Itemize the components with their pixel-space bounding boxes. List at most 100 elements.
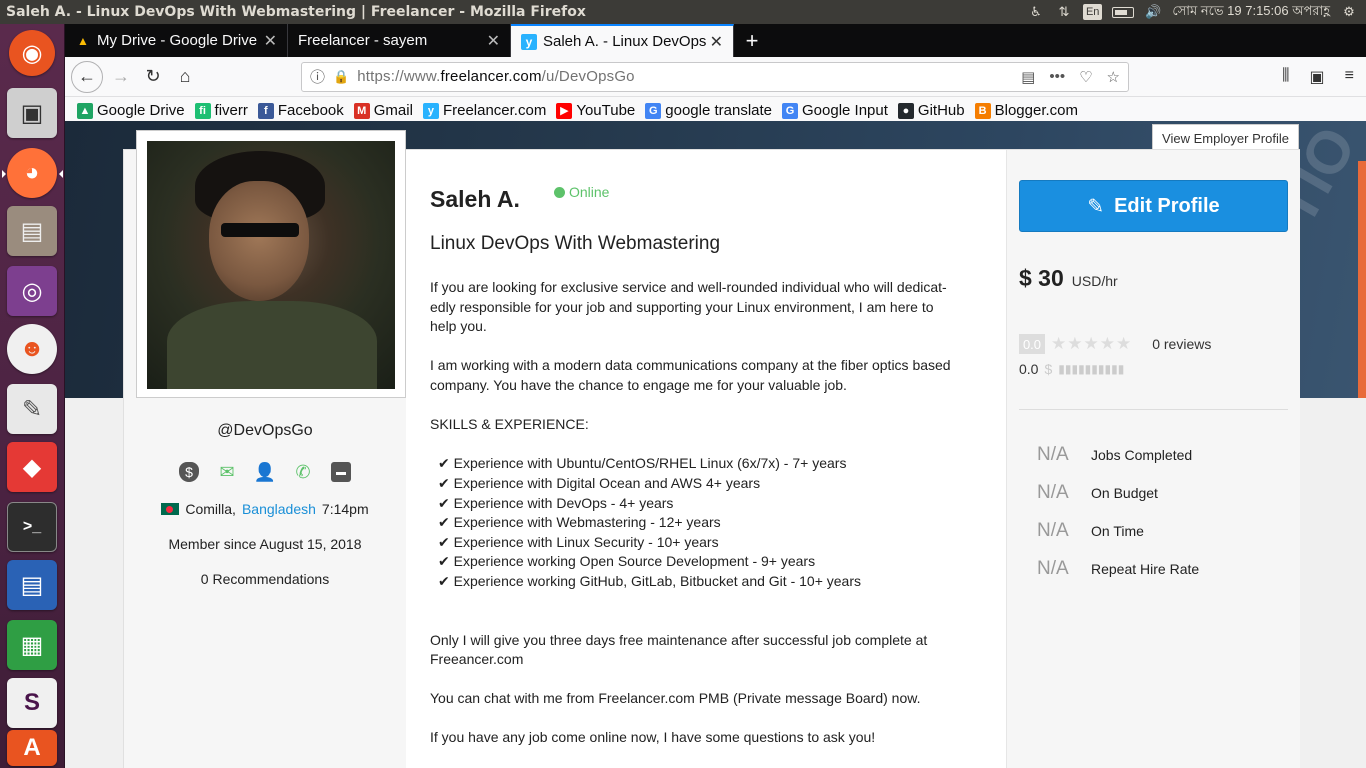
library-icon[interactable]: ⫼ <box>1282 67 1289 87</box>
sidebar-icon[interactable]: ▣ <box>1310 67 1325 87</box>
keyboard-layout-indicator[interactable]: En <box>1082 4 1103 20</box>
view-employer-profile-button[interactable]: View Employer Profile <box>1152 124 1299 152</box>
profile-stats-panel: ✎ Edit Profile $ 30 USD/hr 0.0 ★★★★★ 0 r… <box>1006 150 1300 768</box>
online-dot-icon <box>554 186 565 198</box>
stat-jobs-completed: N/A Jobs Completed <box>1037 444 1192 466</box>
camera-app-icon[interactable]: ▣ <box>7 88 57 138</box>
firefox-running-indicator <box>2 170 6 178</box>
rating-score: 0.0 <box>1019 334 1045 354</box>
earnings-score: 0.0 <box>1019 361 1039 377</box>
username: @DevOpsGo <box>217 422 313 439</box>
tab-saleh-profile[interactable]: y Saleh A. - Linux DevOps ✕ <box>511 24 734 57</box>
menu-icon[interactable]: ≡ <box>1345 67 1354 87</box>
bookmark-github[interactable]: ● GitHub <box>897 102 965 119</box>
close-icon[interactable]: ✕ <box>710 32 723 52</box>
stat-label: On Time <box>1091 523 1144 539</box>
page-actions-icon[interactable]: ••• <box>1049 68 1065 86</box>
profile-name: Saleh A. <box>430 186 520 212</box>
google-icon: G <box>782 102 799 119</box>
bookmark-blogger-com[interactable]: B Blogger.com <box>974 102 1078 119</box>
accessibility-icon[interactable]: ♿ <box>1027 4 1045 20</box>
url-domain: freelancer.com <box>440 68 542 85</box>
reviews-count[interactable]: 0 reviews <box>1152 336 1211 352</box>
bookmark-facebook[interactable]: f Facebook <box>257 102 344 119</box>
location-country-link[interactable]: Bangladesh <box>242 501 316 517</box>
stat-on-time: N/A On Time <box>1037 520 1144 542</box>
tab-google-drive[interactable]: ▲ My Drive - Google Drive ✕ <box>65 24 288 57</box>
terminal-icon[interactable]: >_ <box>7 502 57 552</box>
skills-heading: SKILLS & EXPERIENCE: <box>430 416 589 433</box>
skill-item: ✔ Experience working Open Source Develop… <box>438 553 816 570</box>
email-verified-icon: ✉ <box>219 461 235 482</box>
stat-repeat-hire-rate: N/A Repeat Hire Rate <box>1037 558 1199 580</box>
bio-line: If you are looking for exclusive service… <box>430 279 947 295</box>
payment-verified-icon: $ <box>179 462 199 482</box>
skill-item: ✔ Experience with DevOps - 4+ years <box>438 494 674 511</box>
bookmark-label: Freelancer.com <box>442 102 547 119</box>
window-title: Saleh A. - Linux DevOps With Webmasterin… <box>6 4 586 20</box>
network-icon[interactable]: ⇅ <box>1055 4 1073 20</box>
tab-freelancer-sayem[interactable]: Freelancer - sayem ✕ <box>288 24 511 57</box>
profile-verified-icon: 👤 <box>253 461 277 482</box>
forward-button[interactable]: → <box>105 61 137 93</box>
bookmark-label: fiverr <box>214 102 248 119</box>
bookmark-gmail[interactable]: M Gmail <box>353 102 413 119</box>
pencil-icon: ✎ <box>1087 195 1105 218</box>
bookmark-star-icon[interactable]: ☆ <box>1107 68 1120 86</box>
google-icon: G <box>645 102 662 119</box>
gmail-icon: M <box>353 102 370 119</box>
launcher: ◉ ▣ ◕ ▤ ◎ ☻ ✎ ◆ >_ ▤ ▦ S A <box>0 24 65 768</box>
battery-icon[interactable] <box>1112 6 1135 18</box>
stat-value: N/A <box>1037 558 1069 579</box>
bookmark-google-input[interactable]: G Google Input <box>782 102 888 119</box>
home-button[interactable]: ⌂ <box>169 61 201 93</box>
ubuntu-dash-icon[interactable]: ◉ <box>9 30 55 76</box>
member-since: Member since August 15, 2018 <box>168 536 362 552</box>
edit-profile-button[interactable]: ✎ Edit Profile <box>1019 180 1288 232</box>
close-icon[interactable]: ✕ <box>487 31 500 51</box>
lock-icon[interactable]: 🔒 <box>333 69 349 85</box>
video-player-icon[interactable]: ◎ <box>7 266 57 316</box>
slack-icon[interactable]: S <box>7 678 57 728</box>
local-time: 7:14pm <box>321 501 369 517</box>
bookmark-label: YouTube <box>576 102 636 119</box>
volume-icon[interactable]: 🔊 <box>1144 4 1162 20</box>
reader-view-icon[interactable]: ▤ <box>1021 68 1035 86</box>
bookmark-google-translate[interactable]: Ggoogle translate <box>645 102 772 119</box>
bangladesh-flag-icon <box>161 503 180 515</box>
back-button[interactable]: ← <box>71 60 103 93</box>
stat-value: N/A <box>1037 482 1069 503</box>
files-icon[interactable]: ▤ <box>7 206 57 256</box>
info-icon[interactable]: ⓘ <box>310 66 325 87</box>
clock[interactable]: সোম নভে 19 7:15:06 অপরাহ্ণ <box>1172 2 1330 23</box>
firefox-active-indicator <box>59 170 63 178</box>
system-tray: ♿ ⇅ En 🔊 সোম নভে 19 7:15:06 অপরাহ্ণ ⚙ <box>1027 2 1366 23</box>
app-store-icon[interactable]: ☻ <box>7 324 57 374</box>
close-icon[interactable]: ✕ <box>264 31 277 51</box>
deposit-icon: ▬ <box>331 462 351 482</box>
page-content: NET TIO View Employer Profile @DevOpsGo … <box>65 121 1366 768</box>
new-tab-button[interactable]: + <box>734 24 770 57</box>
reload-button[interactable]: ↻ <box>137 61 169 93</box>
skill-item: ✔ Experience with Webmastering - 12+ yea… <box>438 514 721 531</box>
tab-label: Freelancer - sayem <box>298 32 428 49</box>
bookmark-fiverr[interactable]: fi fiverr <box>194 102 248 119</box>
avatar <box>136 130 406 398</box>
pocket-icon[interactable]: ♡ <box>1079 68 1092 86</box>
bookmark-youtube[interactable]: ▶ YouTube <box>556 102 635 119</box>
phone-verified-icon: ✆ <box>295 461 311 482</box>
software-updater-icon[interactable]: A <box>7 730 57 766</box>
verification-icons: $ ✉ 👤 ✆ ▬ <box>124 462 406 482</box>
url-bar[interactable]: ⓘ 🔒 https://www.freelancer.com/u/DevOpsG… <box>301 61 1129 92</box>
calc-icon[interactable]: ▦ <box>7 620 57 670</box>
url-text[interactable]: https://www.freelancer.com/u/DevOpsGo <box>357 68 1021 85</box>
anydesk-icon[interactable]: ◆ <box>7 442 57 492</box>
writer-icon[interactable]: ▤ <box>7 560 57 610</box>
firefox-icon[interactable]: ◕ <box>7 148 57 198</box>
bookmark-freelancer-com[interactable]: y Freelancer.com <box>422 102 547 119</box>
power-icon[interactable]: ⚙ <box>1340 4 1358 20</box>
url-path: /u/DevOpsGo <box>541 68 635 85</box>
text-editor-icon[interactable]: ✎ <box>7 384 57 434</box>
tab-label: Saleh A. - Linux DevOps <box>543 33 707 50</box>
bookmark-google-drive[interactable]: ▲ Google Drive <box>77 102 185 119</box>
